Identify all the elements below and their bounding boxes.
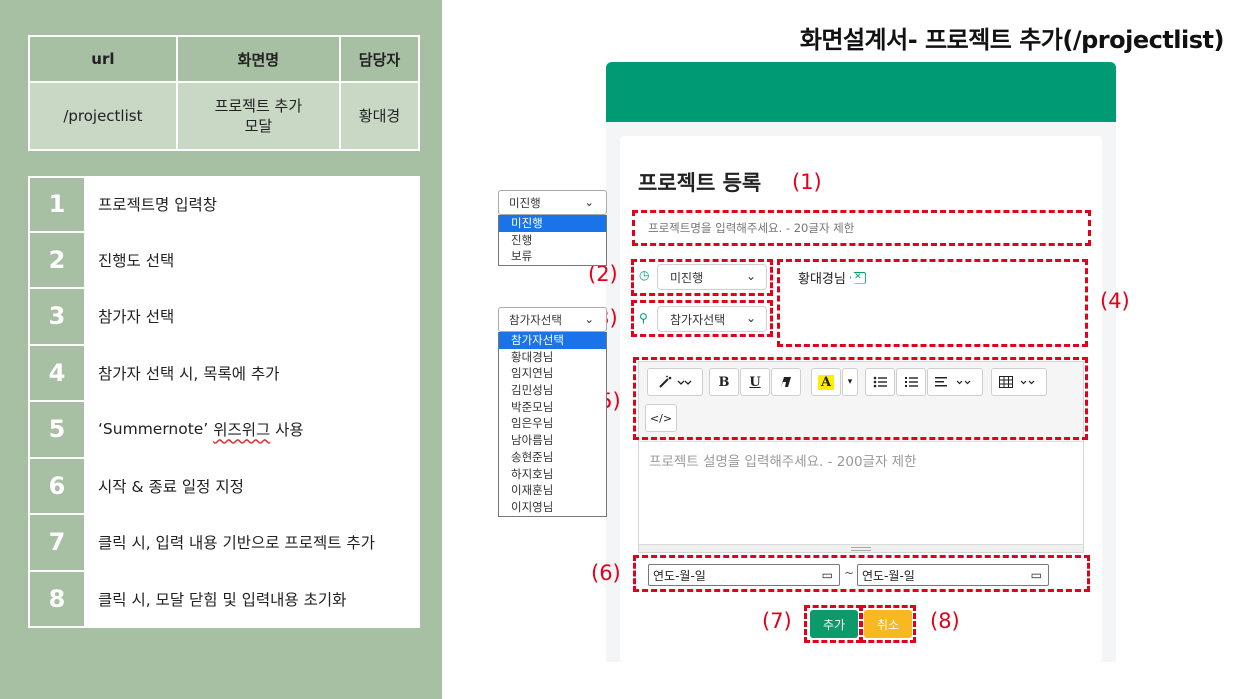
annotation-box-7: [804, 605, 862, 643]
chevron-down-icon: ⌄: [584, 195, 594, 209]
page-title: 화면설계서- 프로젝트 추가(/projectlist): [799, 26, 1225, 54]
step-row: 8 클릭 시, 모달 닫힘 및 입력내용 초기화: [28, 571, 420, 628]
step-number: 3: [30, 289, 86, 344]
modal-header: [606, 62, 1116, 122]
status-dropdown-options: 미진행 진행 보류: [498, 215, 607, 267]
editor-resize-handle[interactable]: [639, 544, 1083, 552]
annotation-label-7: (7): [762, 609, 792, 633]
step-text-part: ‘Summernote’: [98, 420, 214, 439]
step-text-part: 사용: [270, 421, 304, 440]
step-text: 참가자 선택: [86, 289, 418, 344]
dropdown-option[interactable]: 이지영님: [499, 499, 606, 516]
annotation-box-5: [633, 357, 1088, 440]
modal-title: 프로젝트 등록: [638, 171, 762, 195]
dropdown-option[interactable]: 황대경님: [499, 349, 606, 366]
step-text: ‘Summernote’ 위즈위그 사용: [86, 402, 418, 457]
step-list: 1 프로젝트명 입력창 2 진행도 선택 3 참가자 선택 4 참가자 선택 시…: [28, 176, 420, 628]
step-row: 1 프로젝트명 입력창: [28, 176, 420, 233]
status-dropdown-selected: 미진행: [509, 195, 541, 210]
annotation-label-1: (1): [792, 170, 822, 194]
step-text: 참가자 선택 시, 목록에 추가: [86, 345, 418, 400]
dropdown-option[interactable]: 송현준님: [499, 449, 606, 466]
spec-screen-line2: 모달: [244, 117, 273, 135]
spec-screen-line1: 프로젝트 추가: [214, 97, 303, 115]
spec-owner-value: 황대경: [338, 81, 421, 151]
spec-header-url: url: [28, 35, 178, 83]
dropdown-option[interactable]: 박준모님: [499, 399, 606, 416]
dropdown-option[interactable]: 미진행: [499, 215, 606, 232]
step-text: 프로젝트명 입력창: [86, 178, 418, 231]
step-number: 4: [30, 345, 86, 400]
spec-header-owner: 담당자: [338, 35, 421, 83]
step-row: 4 참가자 선택 시, 목록에 추가: [28, 345, 420, 402]
step-number: 5: [30, 402, 86, 457]
spec-panel: url 화면명 담당자 /projectlist 프로젝트 추가모달 황대경 1…: [0, 0, 442, 699]
chevron-down-icon: ⌄: [584, 312, 594, 326]
dropdown-option[interactable]: 하지호님: [499, 466, 606, 483]
step-text: 클릭 시, 입력 내용 기반으로 프로젝트 추가: [86, 515, 418, 570]
dropdown-option[interactable]: 이재훈님: [499, 482, 606, 499]
dropdown-option[interactable]: 참가자선택: [499, 332, 606, 349]
dropdown-option[interactable]: 진행: [499, 232, 606, 249]
dropdown-option[interactable]: 김민성님: [499, 382, 606, 399]
status-dropdown-head[interactable]: 미진행 ⌄: [498, 190, 607, 215]
step-number: 2: [30, 232, 86, 287]
annotation-label-6: (6): [591, 561, 621, 585]
dropdown-option[interactable]: 임지연님: [499, 365, 606, 382]
step-number: 6: [30, 458, 86, 513]
annotation-label-4: (4): [1100, 289, 1130, 313]
spec-screen-value: 프로젝트 추가모달: [175, 81, 341, 151]
participant-dropdown-selected: 참가자선택: [509, 312, 562, 327]
step-row: 3 참가자 선택: [28, 289, 420, 346]
annotation-box-1: [632, 210, 1091, 246]
dropdown-option[interactable]: 보류: [499, 248, 606, 265]
annotation-label-8: (8): [930, 609, 960, 633]
step-row: 7 클릭 시, 입력 내용 기반으로 프로젝트 추가: [28, 515, 420, 572]
spec-header-screen: 화면명: [175, 35, 341, 83]
annotation-box-6: [633, 555, 1090, 592]
step-text: 시작 & 종료 일정 지정: [86, 458, 418, 513]
step-row: 6 시작 & 종료 일정 지정: [28, 458, 420, 515]
annotation-box-4: [777, 259, 1088, 347]
spec-url-value: /projectlist: [28, 81, 178, 151]
step-number: 7: [30, 515, 86, 570]
participant-dropdown-options: 참가자선택 황대경님 임지연님 김민성님 박준모님 임은우님 남아름님 송현준님…: [498, 332, 607, 517]
editor-content-area[interactable]: 프로젝트 설명을 입력해주세요. - 200글자 제한: [649, 450, 917, 470]
step-row: 2 진행도 선택: [28, 232, 420, 289]
step-text: 진행도 선택: [86, 232, 418, 287]
step-text-misspelled: 위즈위그: [213, 421, 271, 440]
annotation-box-3: [631, 300, 773, 337]
step-number: 8: [30, 571, 86, 626]
dropdown-option[interactable]: 남아름님: [499, 432, 606, 449]
dropdown-option[interactable]: 임은우님: [499, 415, 606, 432]
annotation-box-8: [860, 605, 916, 643]
participant-dropdown-head[interactable]: 참가자선택 ⌄: [498, 307, 607, 332]
step-row: 5 ‘Summernote’ 위즈위그 사용: [28, 402, 420, 459]
participant-dropdown-preview: 참가자선택 ⌄ 참가자선택 황대경님 임지연님 김민성님 박준모님 임은우님 남…: [498, 307, 607, 517]
annotation-box-2: [631, 259, 773, 296]
spec-table: url 화면명 담당자 /projectlist 프로젝트 추가모달 황대경: [28, 35, 421, 151]
step-number: 1: [30, 178, 86, 231]
step-text: 클릭 시, 모달 닫힘 및 입력내용 초기화: [86, 571, 418, 626]
status-dropdown-preview: 미진행 ⌄ 미진행 진행 보류: [498, 190, 607, 267]
